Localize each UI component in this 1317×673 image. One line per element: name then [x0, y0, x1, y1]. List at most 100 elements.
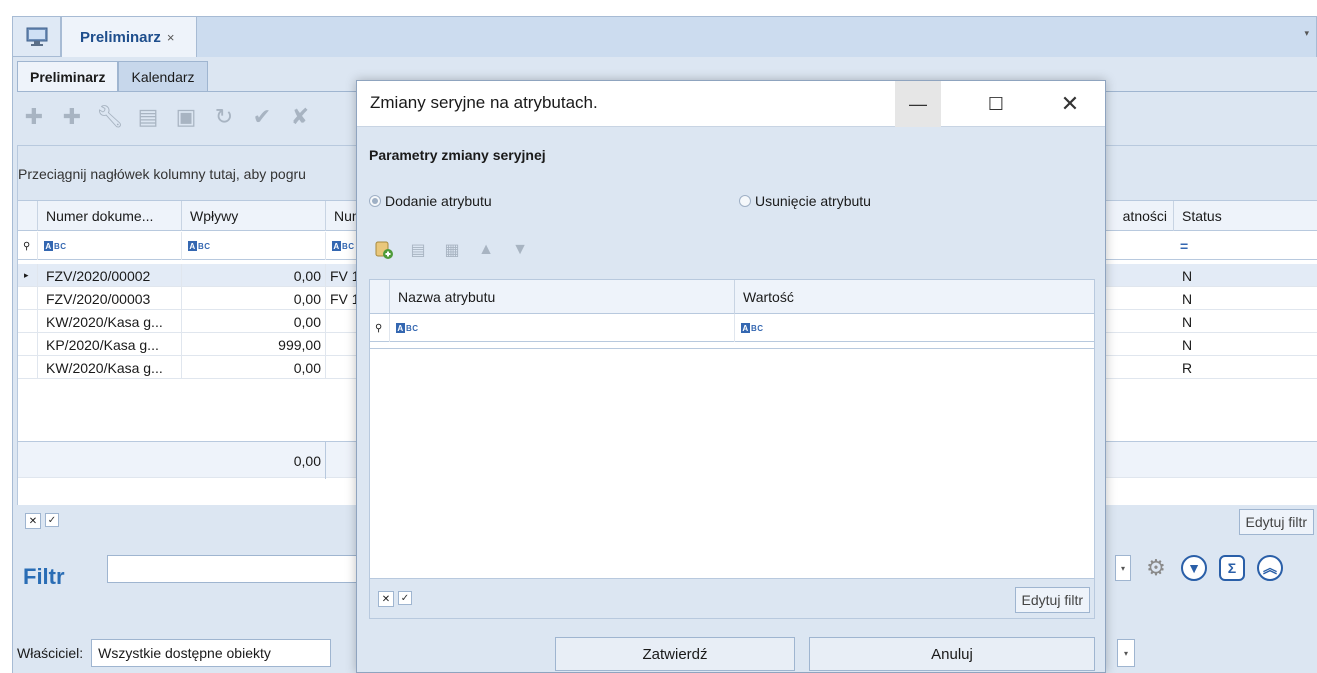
row-indicator — [18, 333, 38, 356]
cell-status: R — [1174, 356, 1317, 379]
radio-remove-attribute[interactable]: Usunięcie atrybutu — [739, 193, 871, 209]
row-indicator — [18, 287, 38, 310]
delete-attribute-icon[interactable]: ▦ — [441, 239, 463, 261]
document-icon[interactable]: ▤ — [131, 100, 165, 134]
cell-numer: FZV/2020/00003 — [38, 287, 182, 310]
cell-status: N — [1174, 264, 1317, 287]
move-down-icon[interactable]: ▼ — [509, 239, 531, 261]
cell-wplywy: 999,00 — [182, 333, 326, 356]
owner-select[interactable]: Wszystkie dostępne obiekty — [91, 639, 332, 667]
filter-dropdown-icon[interactable]: ▾ — [1115, 555, 1131, 581]
filter-title: Filtr — [23, 564, 65, 589]
radio-remove-label: Usunięcie atrybutu — [755, 193, 871, 209]
filter-cell-wplywy[interactable]: A BC — [182, 232, 326, 260]
sum-wplywy: 0,00 — [182, 442, 326, 479]
abc-filter-icon: A BC — [741, 323, 764, 333]
tab-kalendarz[interactable]: Kalendarz — [118, 61, 208, 91]
cell-wplywy: 0,00 — [182, 264, 326, 287]
row-indicator — [18, 356, 38, 379]
attributes-grid-footer: ✕ ✓ Edytuj filtr — [369, 579, 1095, 619]
cell-status: N — [1174, 287, 1317, 310]
cell-wplywy: 0,00 — [182, 287, 326, 310]
filter-enabled-checkbox[interactable]: ✓ — [398, 591, 412, 605]
document-edit-icon[interactable]: ▣ — [169, 100, 203, 134]
edit-filter-button[interactable]: Edytuj filtr — [1238, 509, 1314, 535]
wrench-icon[interactable]: 🔧︎ — [93, 100, 127, 134]
tab-preliminarz-inner[interactable]: Preliminarz — [17, 61, 119, 91]
abc-filter-icon: A BC — [396, 323, 419, 333]
tab-close-icon[interactable]: × — [167, 30, 175, 45]
dialog-title: Zmiany seryjne na atrybutach. — [370, 93, 598, 112]
clear-filter-icon[interactable]: ✕ — [25, 513, 41, 529]
gear-icon[interactable]: ⚙ — [1143, 555, 1169, 581]
header-indicator — [18, 201, 38, 231]
collapse-up-icon[interactable]: ︽ — [1257, 555, 1283, 581]
column-header-platnosci[interactable]: atności — [1108, 201, 1174, 231]
dialog-titlebar: Zmiany seryjne na atrybutach. — ☐ ✕ — [357, 81, 1105, 127]
radio-add-label: Dodanie atrybutu — [385, 193, 492, 209]
cell-numer: KP/2020/Kasa g... — [38, 333, 182, 356]
plus-icon[interactable]: ✚ — [17, 100, 51, 134]
row-indicator — [18, 310, 38, 333]
column-header-numer[interactable]: Numer dokume... — [38, 201, 182, 231]
cell-wplywy: 0,00 — [182, 356, 326, 379]
app-monitor-tab[interactable] — [12, 16, 61, 57]
radio-add-attribute[interactable]: Dodanie atrybutu — [369, 193, 492, 209]
dialog-toolbar: ▤ ▦ ▲ ▼ — [373, 239, 531, 261]
plus-green-icon[interactable]: ✚ — [55, 100, 89, 134]
sub-tab-strip: Preliminarz Kalendarz — [17, 61, 208, 91]
minimize-icon[interactable]: — — [895, 81, 941, 127]
tab-list-dropdown-icon[interactable]: ▾ — [1304, 28, 1309, 39]
column-header-wplywy[interactable]: Wpływy — [182, 201, 326, 231]
cell-numer: KW/2020/Kasa g... — [38, 310, 182, 333]
cell-status: N — [1174, 333, 1317, 356]
edit-filter-button[interactable]: Edytuj filtr — [1014, 587, 1090, 613]
main-toolbar: ✚ ✚ 🔧︎ ▤ ▣ ↻ ✔ ✘ — [17, 97, 317, 137]
group-panel-hint: Przeciągnij nagłówek kolumny tutaj, aby … — [18, 166, 306, 182]
divider — [370, 348, 1094, 349]
abc-filter-icon: A BC — [188, 241, 211, 251]
move-up-icon[interactable]: ▲ — [475, 239, 497, 261]
radio-button[interactable] — [739, 195, 751, 207]
radio-button[interactable] — [369, 195, 381, 207]
abc-filter-icon: A BC — [44, 241, 67, 251]
sigma-icon[interactable]: Σ — [1219, 555, 1245, 581]
attributes-grid-header: Nazwa atrybutu Wartość — [370, 280, 1094, 314]
attributes-grid: Nazwa atrybutu Wartość ⚲ A BC A BC — [369, 279, 1095, 579]
attributes-filter-row: ⚲ A BC A BC — [370, 314, 1094, 342]
tab-bar-background — [12, 16, 1317, 57]
filter-input[interactable] — [107, 555, 367, 583]
refresh-icon[interactable]: ↻ — [207, 100, 241, 134]
cancel-button[interactable]: Anuluj — [809, 637, 1095, 671]
filter-action-icons: ▾ ⚙ ▼ Σ ︽ — [1115, 555, 1283, 581]
cell-status: N — [1174, 310, 1317, 333]
filter-cell-status[interactable]: = — [1174, 232, 1317, 260]
column-header-status[interactable]: Status — [1174, 201, 1317, 231]
column-header-wartosc[interactable]: Wartość — [735, 280, 1094, 314]
document-tab-strip: Preliminarz × ▾ — [0, 0, 1317, 58]
add-attribute-icon[interactable] — [373, 239, 395, 261]
edit-attribute-icon[interactable]: ▤ — [407, 239, 429, 261]
cell-numer: FZV/2020/00002 — [38, 264, 182, 287]
confirm-button[interactable]: Zatwierdź — [555, 637, 795, 671]
maximize-icon[interactable]: ☐ — [973, 81, 1019, 127]
tab-preliminarz[interactable]: Preliminarz × — [61, 16, 197, 58]
serial-changes-dialog: Zmiany seryjne na atrybutach. — ☐ ✕ Para… — [356, 80, 1106, 673]
check-icon[interactable]: ✔ — [245, 100, 279, 134]
filter-enabled-checkbox[interactable]: ✓ — [45, 513, 59, 527]
funnel-icon[interactable]: ▼ — [1181, 555, 1207, 581]
close-icon[interactable]: ✕ — [1047, 81, 1093, 127]
header-indicator — [370, 280, 390, 313]
owner-label: Właściciel: — [17, 645, 84, 661]
tab-label: Preliminarz — [80, 29, 161, 46]
owner-dropdown-icon[interactable]: ▾ — [1117, 639, 1135, 667]
filter-cell-nazwa[interactable]: A BC — [390, 314, 735, 342]
abc-filter-icon: A BC — [332, 241, 355, 251]
owner-row: Właściciel: Wszystkie dostępne obiekty — [17, 639, 332, 667]
column-header-nazwa-atrybutu[interactable]: Nazwa atrybutu — [390, 280, 735, 314]
filter-cell-wartosc[interactable]: A BC — [735, 314, 1094, 342]
cancel-check-icon[interactable]: ✘ — [283, 100, 317, 134]
clear-filter-icon[interactable]: ✕ — [378, 591, 394, 607]
row-pointer-icon: ▸ — [18, 264, 38, 287]
filter-cell-numer[interactable]: A BC — [38, 232, 182, 260]
